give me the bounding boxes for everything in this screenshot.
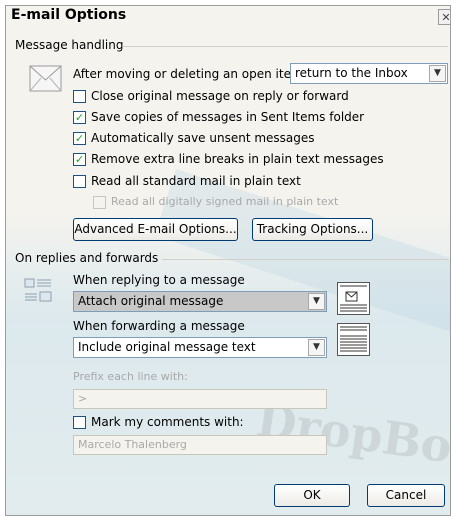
auto-save-checkbox[interactable]: ✓: [73, 132, 86, 145]
reply-label: When replying to a message: [73, 273, 245, 287]
chevron-down-icon[interactable]: ▼: [308, 339, 325, 356]
replies-divider: [162, 259, 448, 260]
cancel-button[interactable]: Cancel: [367, 484, 445, 507]
forward-value: Include original message text: [78, 340, 256, 354]
read-plain-text-label: Read all standard mail in plain text: [91, 174, 301, 188]
chevron-down-icon[interactable]: ▼: [429, 65, 446, 82]
mark-comments-checkbox[interactable]: [73, 416, 86, 429]
mark-comments-value: Marcelo Thalenberg: [78, 438, 187, 451]
save-copies-label: Save copies of messages in Sent Items fo…: [91, 110, 365, 124]
replies-group-label: On replies and forwards: [15, 251, 159, 265]
advanced-email-options-button[interactable]: Advanced E-mail Options...: [73, 218, 238, 241]
remove-line-breaks-label: Remove extra line breaks in plain text m…: [91, 152, 384, 166]
prefix-label: Prefix each line with:: [73, 370, 188, 383]
save-copies-checkbox[interactable]: ✓: [73, 111, 86, 124]
email-options-dialog: DropBo E-mail Options ✕ Message handling…: [5, 5, 451, 516]
mark-comments-label: Mark my comments with:: [91, 415, 244, 429]
message-handling-group-label: Message handling: [15, 38, 124, 52]
read-plain-text-checkbox[interactable]: [73, 175, 86, 188]
forward-select[interactable]: Include original message text ▼: [73, 337, 327, 358]
ok-button[interactable]: OK: [274, 484, 350, 507]
mark-comments-input[interactable]: Marcelo Thalenberg: [73, 435, 327, 455]
tracking-options-button[interactable]: Tracking Options...: [252, 218, 373, 241]
reply-value: Attach original message: [78, 294, 224, 308]
close-original-label: Close original message on reply or forwa…: [91, 89, 349, 103]
remove-line-breaks-checkbox[interactable]: ✓: [73, 153, 86, 166]
close-button[interactable]: ✕: [438, 9, 450, 25]
title-bar: E-mail Options ✕: [6, 6, 450, 28]
after-move-value: return to the Inbox: [295, 66, 408, 80]
envelope-icon: [29, 65, 62, 92]
after-move-label: After moving or deleting an open item:: [73, 67, 307, 81]
prefix-value: >: [78, 392, 88, 405]
forward-preview-icon: [337, 323, 370, 356]
forward-label: When forwarding a message: [73, 319, 245, 333]
dialog-title: E-mail Options: [11, 7, 127, 23]
read-signed-plain-text-label: Read all digitally signed mail in plain …: [111, 195, 339, 208]
prefix-input[interactable]: >: [73, 389, 327, 409]
auto-save-label: Automatically save unsent messages: [91, 131, 315, 145]
chevron-down-icon[interactable]: ▼: [308, 293, 325, 310]
message-handling-divider: [122, 46, 448, 47]
after-move-select[interactable]: return to the Inbox ▼: [290, 63, 448, 84]
reply-forward-icon: [24, 278, 52, 302]
close-original-checkbox[interactable]: [73, 90, 86, 103]
reply-preview-icon: [337, 282, 370, 315]
read-signed-plain-text-checkbox[interactable]: [93, 196, 106, 209]
reply-select[interactable]: Attach original message ▼: [73, 291, 327, 312]
